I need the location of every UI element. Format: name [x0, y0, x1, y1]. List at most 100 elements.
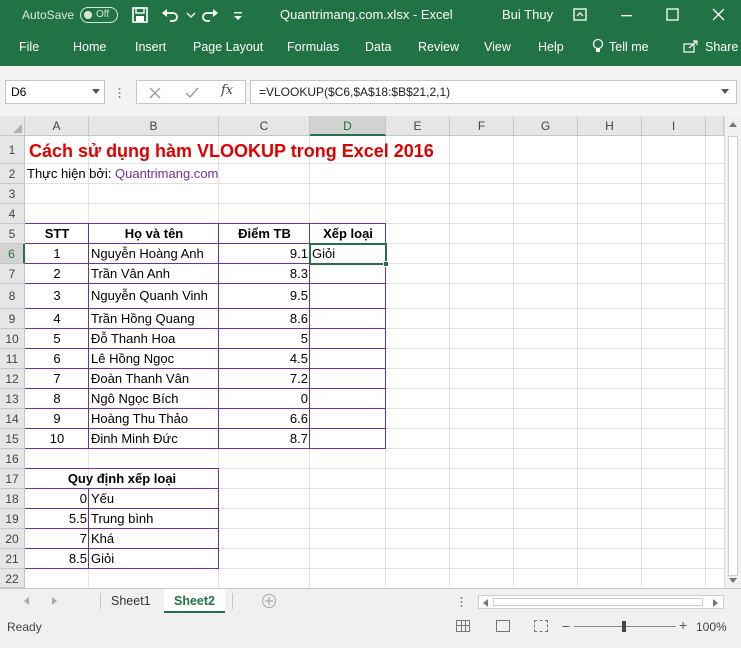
author-link[interactable]: Quantrimang.com — [115, 166, 218, 181]
tab-page-layout[interactable]: Page Layout — [193, 40, 263, 54]
tab-view[interactable]: View — [484, 40, 511, 54]
cell-stt[interactable]: 3 — [25, 286, 89, 306]
tell-me-search[interactable]: Tell me — [609, 40, 649, 54]
zoom-slider-thumb[interactable] — [622, 621, 626, 632]
autosave-toggle[interactable]: Off — [80, 7, 118, 23]
cell-stt[interactable]: 7 — [25, 369, 89, 389]
cell-name[interactable]: Hoàng Thu Thảo — [89, 409, 190, 429]
cell-score[interactable]: 9.5 — [219, 286, 310, 306]
horizontal-scroll-thumb[interactable] — [493, 598, 703, 606]
tab-review[interactable]: Review — [418, 40, 459, 54]
cell-name[interactable]: Nguyễn Hoàng Anh — [89, 244, 206, 264]
cell-stt[interactable]: 9 — [25, 409, 89, 429]
row-header-15[interactable]: 15 — [0, 429, 25, 449]
add-sheet-icon[interactable] — [262, 594, 276, 608]
column-header-i[interactable]: I — [642, 116, 706, 136]
cell-stt[interactable]: 1 — [25, 244, 89, 264]
normal-view-icon[interactable] — [456, 620, 470, 632]
row-header-4[interactable]: 4 — [0, 204, 25, 224]
save-icon[interactable] — [130, 5, 150, 25]
column-header-b[interactable]: B — [89, 116, 219, 136]
formula-input[interactable]: =VLOOKUP($C6,$A$18:$B$21,2,1) — [250, 80, 737, 104]
rule-min[interactable]: 7 — [25, 529, 89, 549]
row-header-5[interactable]: 5 — [0, 224, 25, 244]
cell-name[interactable]: Đoàn Thanh Vân — [89, 369, 191, 389]
cell-name[interactable]: Nguyễn Quanh Vinh — [89, 286, 210, 306]
row-header-22[interactable]: 22 — [0, 569, 25, 588]
insert-function-icon[interactable]: fx — [221, 83, 233, 98]
sheet-next-icon[interactable] — [52, 597, 57, 605]
scroll-down-icon[interactable] — [729, 578, 737, 583]
header-stt[interactable]: STT — [25, 224, 89, 244]
close-icon[interactable] — [706, 3, 730, 27]
customize-toolbar-icon[interactable] — [228, 5, 248, 25]
row-header-20[interactable]: 20 — [0, 529, 25, 549]
user-name[interactable]: Bui Thuy — [502, 7, 553, 22]
rule-min[interactable]: 5.5 — [25, 509, 89, 529]
header-name[interactable]: Họ và tên — [89, 224, 219, 244]
sheet-prev-icon[interactable] — [24, 597, 29, 605]
cell-name[interactable]: Trần Hồng Quang — [89, 309, 197, 329]
cell-name[interactable]: Lê Hồng Ngọc — [89, 349, 176, 369]
row-header-18[interactable]: 18 — [0, 489, 25, 509]
ribbon-display-options-icon[interactable] — [568, 3, 592, 27]
cell-score[interactable]: 8.6 — [219, 309, 310, 329]
column-header-j[interactable] — [706, 116, 724, 136]
row-header-8[interactable]: 8 — [0, 284, 25, 309]
sheet-tab-sheet1[interactable]: Sheet1 — [101, 589, 161, 613]
cell-stt[interactable]: 8 — [25, 389, 89, 409]
rule-min[interactable]: 8.5 — [25, 549, 89, 569]
name-box[interactable]: D6 — [5, 80, 105, 104]
redo-icon[interactable] — [200, 5, 220, 25]
column-header-h[interactable]: H — [578, 116, 642, 136]
row-header-17[interactable]: 17 — [0, 469, 25, 489]
cell-name[interactable]: Ngô Ngọc Bích — [89, 389, 180, 409]
row-header-2[interactable]: 2 — [0, 164, 25, 184]
row-header-14[interactable]: 14 — [0, 409, 25, 429]
cell-name[interactable]: Đỗ Thanh Hoa — [89, 329, 177, 349]
horizontal-scrollbar[interactable] — [478, 595, 724, 609]
rules-title[interactable]: Quy định xếp loại — [25, 469, 219, 489]
row-header-7[interactable]: 7 — [0, 264, 25, 284]
cell-score[interactable]: 6.6 — [219, 409, 310, 429]
cell-score[interactable]: 7.2 — [219, 369, 310, 389]
cell-stt[interactable]: 5 — [25, 329, 89, 349]
tab-help[interactable]: Help — [538, 40, 564, 54]
zoom-level[interactable]: 100% — [696, 620, 727, 634]
undo-icon[interactable] — [160, 5, 180, 25]
row-header-19[interactable]: 19 — [0, 509, 25, 529]
page-break-view-icon[interactable] — [534, 620, 548, 632]
cell-stt[interactable]: 6 — [25, 349, 89, 369]
rule-label[interactable]: Giỏi — [89, 549, 116, 569]
scroll-right-icon[interactable] — [713, 599, 718, 607]
share-button[interactable]: Share — [705, 40, 738, 54]
fill-handle[interactable] — [383, 261, 389, 267]
zoom-out-icon[interactable]: − — [562, 619, 570, 633]
cell-name[interactable]: Trần Vân Anh — [89, 264, 172, 284]
tab-formulas[interactable]: Formulas — [287, 40, 339, 54]
cell-score[interactable]: 8.7 — [219, 429, 310, 449]
cell-score[interactable]: 4.5 — [219, 349, 310, 369]
row-header-21[interactable]: 21 — [0, 549, 25, 569]
tab-data[interactable]: Data — [365, 40, 391, 54]
column-header-c[interactable]: C — [219, 116, 310, 136]
active-cell-selection[interactable] — [309, 243, 387, 265]
cell-score[interactable]: 0 — [219, 389, 310, 409]
resize-handle[interactable] — [118, 86, 121, 98]
row-header-9[interactable]: 9 — [0, 309, 25, 329]
cell-stt[interactable]: 2 — [25, 264, 89, 284]
vertical-scroll-thumb[interactable] — [728, 136, 738, 576]
rule-label[interactable]: Khá — [89, 529, 116, 549]
cell-score[interactable]: 8.3 — [219, 264, 310, 284]
cell-score[interactable]: 9.1 — [219, 244, 310, 264]
row-header-6[interactable]: 6 — [0, 244, 25, 264]
vertical-scrollbar[interactable] — [724, 116, 741, 588]
chevron-down-icon[interactable] — [92, 89, 100, 94]
cell-stt[interactable]: 4 — [25, 309, 89, 329]
header-grade[interactable]: Xếp loại — [310, 224, 386, 244]
cancel-icon[interactable] — [149, 86, 161, 104]
row-header-3[interactable]: 3 — [0, 184, 25, 204]
expand-formula-icon[interactable] — [721, 89, 729, 94]
select-all-button[interactable] — [0, 116, 25, 136]
cell-stt[interactable]: 10 — [25, 429, 89, 449]
